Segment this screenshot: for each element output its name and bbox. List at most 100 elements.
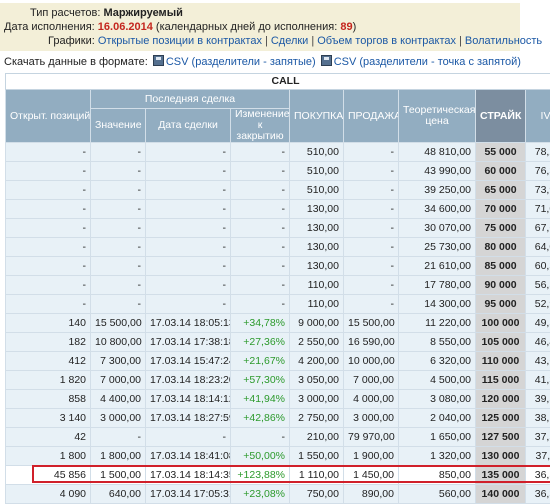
col-header-trade-date: Дата сделки — [146, 109, 231, 143]
table-row[interactable]: 8584 400,0017.03.14 18:14:12+41,94%3 000… — [6, 390, 550, 409]
cell-strike: 85 000 — [476, 257, 526, 276]
link-trade-volume[interactable]: Объем торгов в контрактах — [317, 35, 456, 47]
col-header-value: Значение — [91, 109, 146, 143]
cell-theoretical-price: 1 650,00 — [399, 428, 476, 447]
table-row[interactable]: 42---210,0079 970,001 650,00127 50037,55 — [6, 428, 550, 447]
cell-change: - — [231, 162, 290, 181]
table-body: ----510,00-48 810,0055 00078,29----510,0… — [6, 143, 550, 504]
cell-trade-date: - — [146, 143, 231, 162]
table-row[interactable]: 18210 800,0017.03.14 17:38:18+27,36%2 55… — [6, 333, 550, 352]
link-volatility[interactable]: Волатильность — [465, 35, 542, 47]
cell-iv: 37,11 — [526, 447, 550, 466]
table-row[interactable]: ----130,00-34 600,0070 00071,01 — [6, 200, 550, 219]
cell-strike: 100 000 — [476, 314, 526, 333]
cell-strike: 125 000 — [476, 409, 526, 428]
cell-sell: 15 500,00 — [344, 314, 399, 333]
cell-change: +27,36% — [231, 333, 290, 352]
cell-change: +42,86% — [231, 409, 290, 428]
link-separator: | — [456, 35, 465, 47]
download-csv-comma-link[interactable]: CSV (разделители - запятые) — [166, 56, 316, 68]
table-row[interactable]: 14015 500,0017.03.14 18:05:13+34,78%9 00… — [6, 314, 550, 333]
table-row[interactable]: ----510,00-48 810,0055 00078,29 — [6, 143, 550, 162]
cell-buy: 4 200,00 — [290, 352, 344, 371]
cell-iv: 49,51 — [526, 314, 550, 333]
cell-strike: 115 000 — [476, 371, 526, 390]
cell-theoretical-price: 850,00 — [399, 466, 476, 485]
cell-strike: 70 000 — [476, 200, 526, 219]
cell-buy: 110,00 — [290, 295, 344, 314]
cell-theoretical-price: 21 610,00 — [399, 257, 476, 276]
cell-theoretical-price: 2 040,00 — [399, 409, 476, 428]
cell-sell: 16 590,00 — [344, 333, 399, 352]
cell-change: +23,08% — [231, 485, 290, 504]
cell-theoretical-price: 48 810,00 — [399, 143, 476, 162]
link-trades[interactable]: Сделки — [271, 35, 309, 47]
cell-sell: 4 000,00 — [344, 390, 399, 409]
cell-theoretical-price: 4 500,00 — [399, 371, 476, 390]
cell-buy: 130,00 — [290, 200, 344, 219]
cell-iv: 38,10 — [526, 409, 550, 428]
cell-open-positions: - — [6, 295, 91, 314]
table-row[interactable]: 4127 300,0017.03.14 15:47:24+21,67%4 200… — [6, 352, 550, 371]
cell-last-value: - — [91, 238, 146, 257]
cell-sell: 10 000,00 — [344, 352, 399, 371]
cell-open-positions: - — [6, 238, 91, 257]
cell-open-positions: - — [6, 162, 91, 181]
table-row[interactable]: 1 8207 000,0017.03.14 18:23:20+57,30%3 0… — [6, 371, 550, 390]
cell-change: +123,88% — [231, 466, 290, 485]
download-csv-semicolon-link[interactable]: CSV (разделители - точка с запятой) — [334, 56, 521, 68]
cell-buy: 210,00 — [290, 428, 344, 447]
cell-last-value: 4 400,00 — [91, 390, 146, 409]
cell-change: +50,00% — [231, 447, 290, 466]
cell-open-positions: 42 — [6, 428, 91, 447]
download-label: Скачать данные в формате: — [4, 56, 148, 68]
cell-iv: 37,55 — [526, 428, 550, 447]
table-row[interactable]: ----130,00-25 730,0080 00064,08 — [6, 238, 550, 257]
cell-change: - — [231, 219, 290, 238]
cell-last-value: - — [91, 276, 146, 295]
expiry-date: 16.06.2014 — [98, 21, 153, 33]
cell-open-positions: 1 800 — [6, 447, 91, 466]
cell-iv: 76,38 — [526, 162, 550, 181]
download-row: Скачать данные в формате: CSV (разделите… — [4, 55, 521, 69]
cell-change: - — [231, 276, 290, 295]
cell-theoretical-price: 39 250,00 — [399, 181, 476, 200]
table-row[interactable]: 4 090640,0017.03.14 17:05:31+23,08%750,0… — [6, 485, 550, 504]
cell-buy: 1 550,00 — [290, 447, 344, 466]
cell-buy: 510,00 — [290, 162, 344, 181]
cell-strike: 135 000 — [476, 466, 526, 485]
table-row[interactable]: ----130,00-21 610,0085 00060,33 — [6, 257, 550, 276]
cell-last-value: - — [91, 162, 146, 181]
days-to-expiry-value: 89 — [340, 21, 352, 33]
cell-buy: 2 750,00 — [290, 409, 344, 428]
table-row[interactable]: ----110,00-17 780,0090 00056,57 — [6, 276, 550, 295]
link-open-positions[interactable]: Открытые позиции в контрактах — [98, 35, 262, 47]
table-row[interactable]: ----510,00-39 250,0065 00073,94 — [6, 181, 550, 200]
cell-strike: 110 000 — [476, 352, 526, 371]
cell-change: +57,30% — [231, 371, 290, 390]
cell-buy: 1 110,00 — [290, 466, 344, 485]
cell-sell: 3 000,00 — [344, 409, 399, 428]
cell-open-positions: 182 — [6, 333, 91, 352]
table-row[interactable]: ----510,00-43 990,0060 00076,38 — [6, 162, 550, 181]
cell-sell: 79 970,00 — [344, 428, 399, 447]
table-row[interactable]: 45 8561 500,0017.03.14 18:14:35+123,88%1… — [6, 466, 550, 485]
table-row[interactable]: 1 8001 800,0017.03.14 18:41:08+50,00%1 5… — [6, 447, 550, 466]
cell-last-value: - — [91, 295, 146, 314]
cell-open-positions: - — [6, 276, 91, 295]
cell-open-positions: 3 140 — [6, 409, 91, 428]
expiry-label: Дата исполнения: — [4, 21, 95, 33]
cell-strike: 75 000 — [476, 219, 526, 238]
table-row[interactable]: 3 1403 000,0017.03.14 18:27:59+42,86%2 7… — [6, 409, 550, 428]
cell-change: - — [231, 428, 290, 447]
charts-links: Графики: Открытые позиции в контрактах|С… — [4, 34, 520, 48]
cell-strike: 130 000 — [476, 447, 526, 466]
cell-last-value: 3 000,00 — [91, 409, 146, 428]
cell-open-positions: - — [6, 200, 91, 219]
cell-sell: - — [344, 295, 399, 314]
table-row[interactable]: ----110,00-14 300,0095 00052,92 — [6, 295, 550, 314]
cell-trade-date: 17.03.14 18:23:20 — [146, 371, 231, 390]
contract-info-panel: Тип расчетов: Маржируемый Дата исполнени… — [0, 3, 520, 51]
table-row[interactable]: ----130,00-30 070,0075 00067,69 — [6, 219, 550, 238]
col-header-open-positions: Открыт. позиций — [6, 90, 91, 143]
